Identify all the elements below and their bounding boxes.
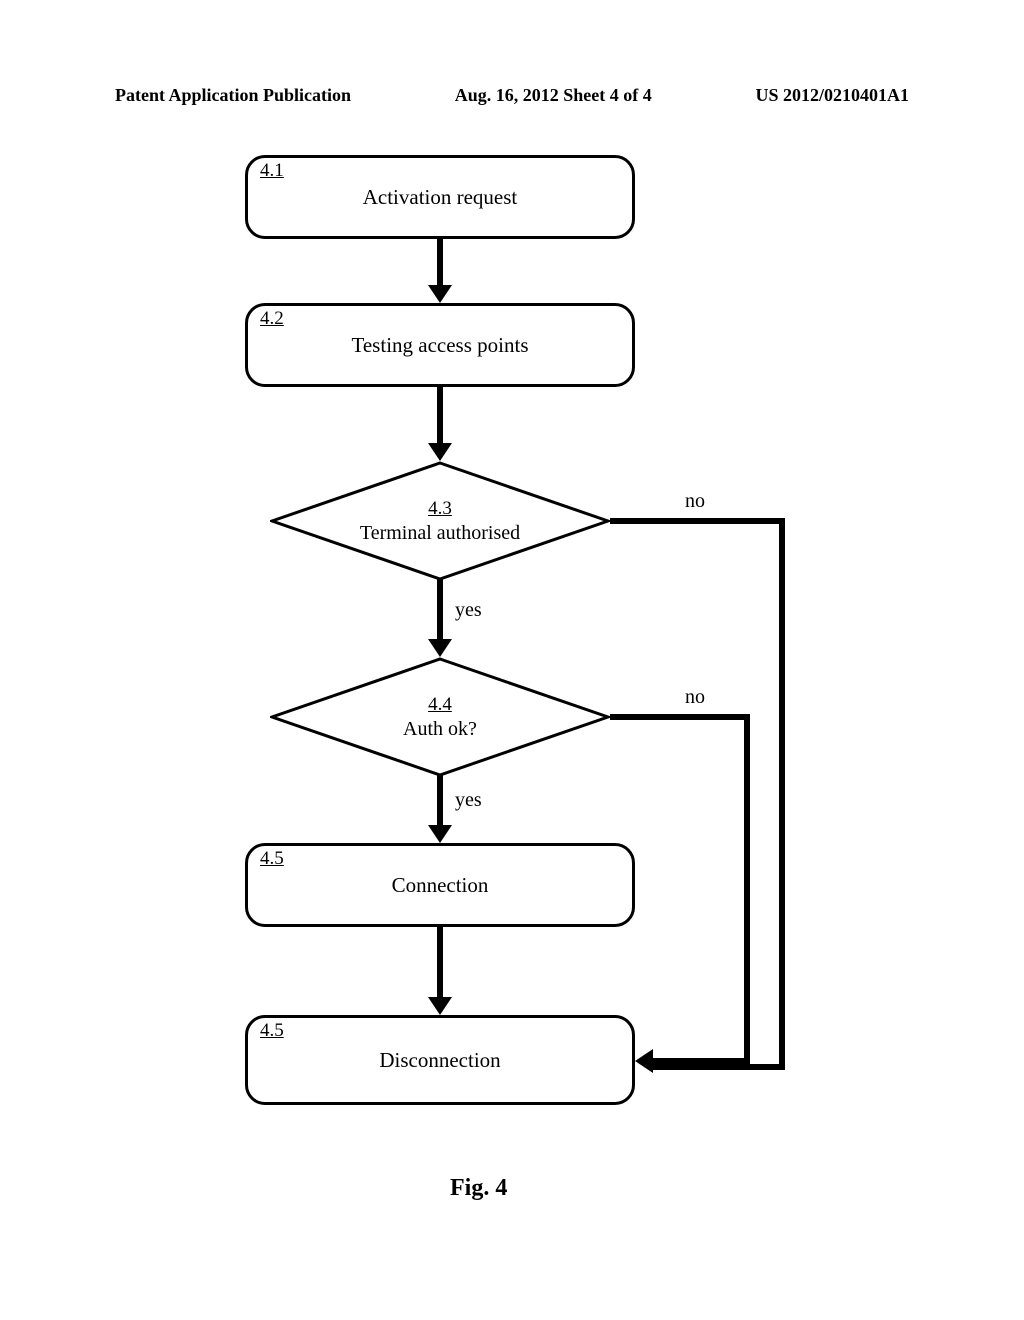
arrowhead-down-icon (428, 639, 452, 657)
connector-line (744, 714, 750, 1064)
step-label: Auth ok? (403, 718, 477, 740)
edge-label-yes: yes (455, 599, 482, 622)
decision-auth-ok: 4.4 Auth ok? (270, 657, 610, 777)
header-right: US 2012/0210401A1 (755, 85, 909, 106)
step-testing-access-points: 4.2 Testing access points (245, 303, 635, 387)
header-center: Aug. 16, 2012 Sheet 4 of 4 (455, 85, 652, 106)
step-activation-request: 4.1 Activation request (245, 155, 635, 239)
connector-line (610, 518, 785, 524)
step-label: Activation request (363, 185, 518, 210)
step-label: Connection (392, 873, 489, 898)
edge-label-no: no (685, 686, 705, 709)
step-number: 4.5 (260, 848, 284, 870)
figure-caption: Fig. 4 (450, 1175, 507, 1202)
arrow-down (437, 579, 443, 641)
connector-line (653, 1064, 785, 1070)
arrow-down (437, 387, 443, 445)
step-number: 4.4 (403, 694, 477, 716)
connector-line (779, 518, 785, 1064)
header-left: Patent Application Publication (115, 85, 351, 106)
connector-line (610, 714, 750, 720)
step-disconnection: 4.5 Disconnection (245, 1015, 635, 1105)
arrowhead-down-icon (428, 825, 452, 843)
arrow-down (437, 775, 443, 827)
step-number: 4.3 (360, 498, 520, 520)
arrow-down (437, 239, 443, 287)
step-label: Disconnection (379, 1048, 500, 1073)
step-number: 4.2 (260, 308, 284, 330)
edge-label-yes: yes (455, 789, 482, 812)
step-label: Terminal authorised (360, 522, 520, 544)
step-label: Testing access points (352, 333, 529, 358)
arrowhead-down-icon (428, 285, 452, 303)
step-number: 4.5 (260, 1020, 284, 1042)
flowchart-diagram: 4.1 Activation request 4.2 Testing acces… (215, 155, 815, 1155)
decision-terminal-authorised: 4.3 Terminal authorised (270, 461, 610, 581)
step-connection: 4.5 Connection (245, 843, 635, 927)
arrowhead-down-icon (428, 443, 452, 461)
step-number: 4.1 (260, 160, 284, 182)
arrow-down (437, 927, 443, 999)
arrowhead-down-icon (428, 997, 452, 1015)
edge-label-no: no (685, 490, 705, 513)
page-header: Patent Application Publication Aug. 16, … (115, 85, 909, 106)
arrowhead-left-icon (635, 1049, 653, 1073)
